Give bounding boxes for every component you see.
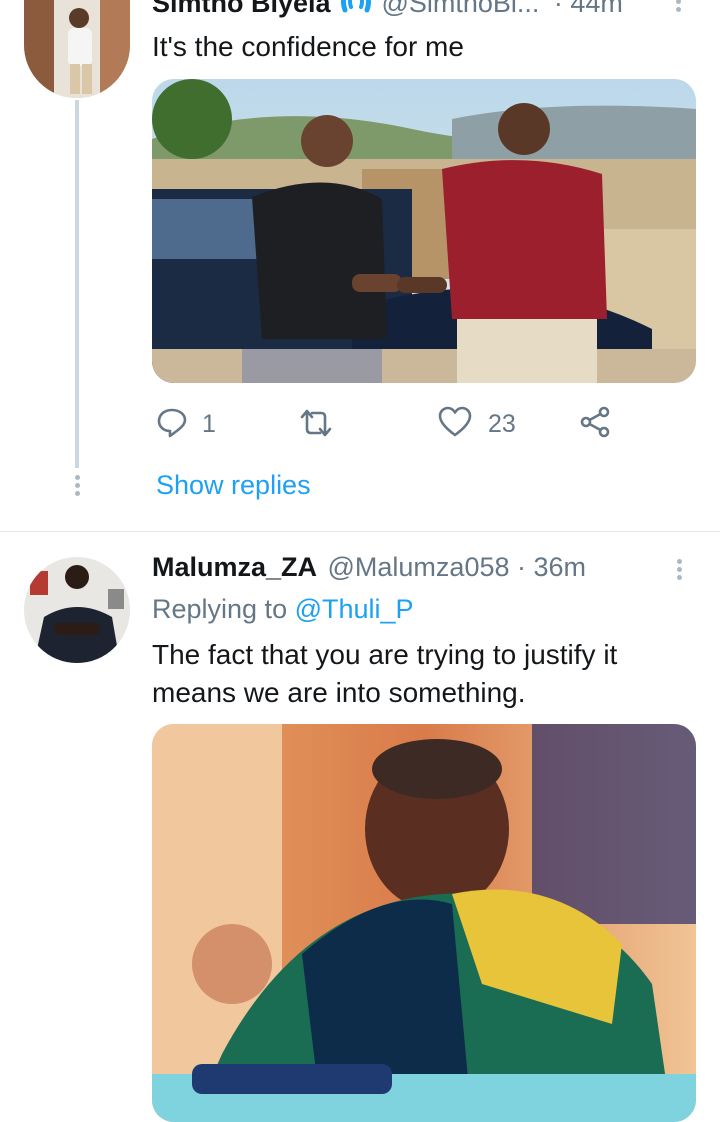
share-icon bbox=[579, 406, 611, 442]
reply-button[interactable]: 1 bbox=[156, 406, 216, 442]
emoji-icon bbox=[341, 0, 371, 21]
tweet-text: The fact that you are trying to justify … bbox=[152, 636, 617, 712]
thread-line bbox=[75, 100, 79, 468]
retweet-icon bbox=[298, 409, 334, 443]
show-replies-link[interactable]: Show replies bbox=[156, 470, 311, 501]
like-count: 23 bbox=[488, 409, 516, 438]
replying-prefix: Replying to bbox=[152, 594, 295, 624]
author-name[interactable]: Simtho Biyela bbox=[152, 0, 331, 18]
tweet-divider bbox=[0, 531, 720, 532]
tweet-text-line: The fact that you are trying to justify … bbox=[152, 639, 618, 670]
retweet-button[interactable] bbox=[298, 407, 334, 444]
tweet-time[interactable]: · 44m bbox=[554, 0, 623, 18]
tweet-photo[interactable] bbox=[152, 724, 696, 1122]
replying-to-link[interactable]: @Thuli_P bbox=[295, 594, 414, 624]
tweet-text: It's the confidence for me bbox=[152, 31, 464, 62]
like-icon bbox=[438, 406, 472, 443]
author-handle-time[interactable]: @Malumza058 · 36m bbox=[328, 552, 587, 582]
reply-icon bbox=[156, 406, 188, 443]
like-button[interactable]: 23 bbox=[438, 406, 516, 442]
author-name[interactable]: Malumza_ZA bbox=[152, 552, 317, 582]
reply-count: 1 bbox=[202, 409, 216, 438]
tweet-header: Simtho Biyela @SimthoBi... · 44m bbox=[152, 0, 623, 22]
replying-to: Replying to @Thuli_P bbox=[152, 594, 414, 625]
share-button[interactable] bbox=[579, 406, 611, 443]
tweet-photo[interactable] bbox=[152, 79, 696, 383]
more-icon[interactable] bbox=[677, 556, 682, 583]
avatar[interactable] bbox=[24, 0, 130, 98]
more-icon[interactable] bbox=[676, 0, 681, 15]
avatar[interactable] bbox=[24, 557, 130, 663]
tweet-text-line: means we are into something. bbox=[152, 677, 526, 708]
thread-ellipsis-icon[interactable] bbox=[75, 472, 80, 499]
author-handle[interactable]: @SimthoBi... bbox=[381, 0, 539, 18]
tweet-header: Malumza_ZA @Malumza058 · 36m bbox=[152, 552, 586, 586]
